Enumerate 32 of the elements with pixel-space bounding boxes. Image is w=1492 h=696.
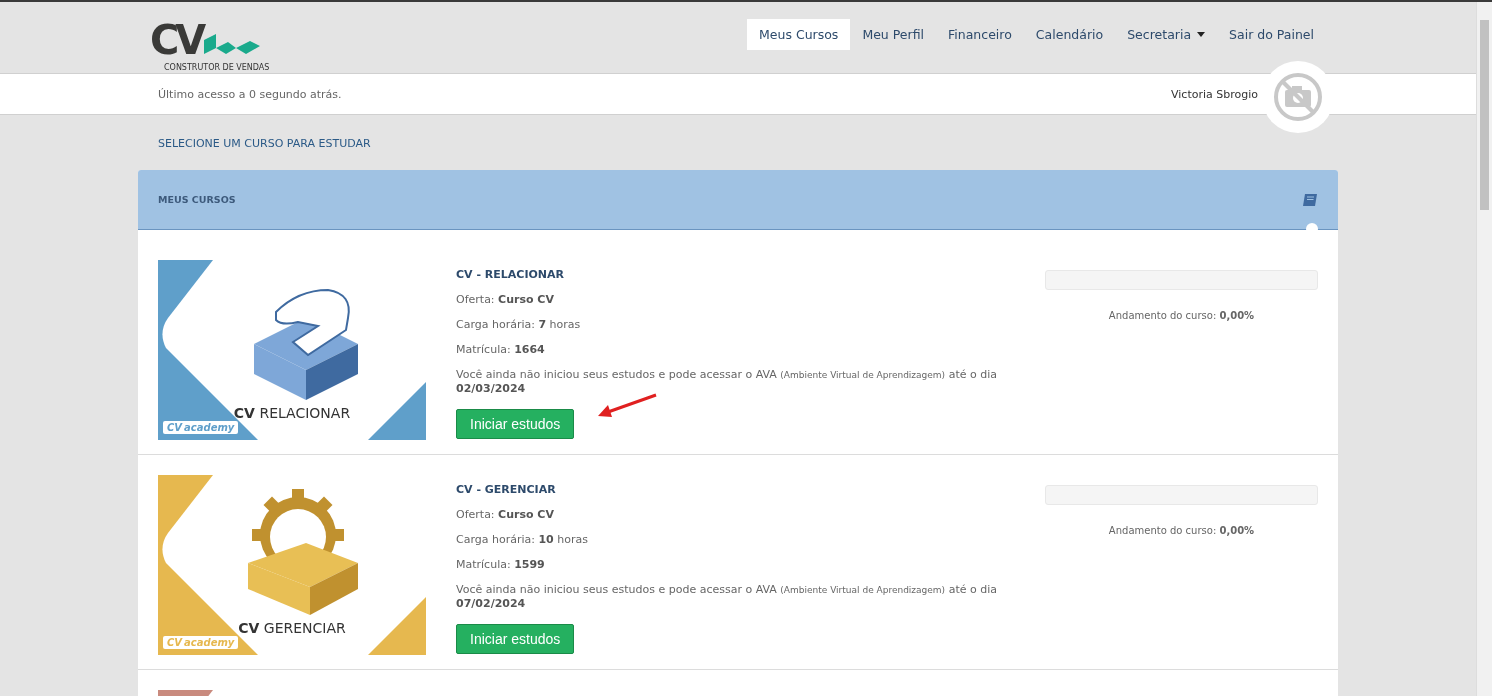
scrollbar[interactable]	[1476, 2, 1492, 696]
nav-link[interactable]: Secretaria	[1115, 19, 1218, 50]
panel-title: MEUS CURSOS	[158, 194, 236, 205]
section-heading: SELECIONE UM CURSO PARA ESTUDAR	[157, 136, 372, 152]
progress-label: Andamento do curso: 0,00%	[1108, 310, 1255, 321]
course-banner[interactable]: CV RELACIONAR CV academy	[158, 260, 426, 440]
workload-text: Carga horária: 10 horas	[456, 533, 589, 546]
progress-label: Andamento do curso: 0,00%	[1108, 525, 1255, 536]
user-name[interactable]: Victoria Sbrogio	[1171, 87, 1258, 101]
course-title: CV - GERENCIAR	[456, 483, 557, 496]
offer-text: Oferta: Curso CV	[456, 508, 555, 521]
enrollment-text: Matrícula: 1664	[456, 343, 546, 356]
course-banner[interactable]: CV GERENCIAR CV academy	[158, 475, 426, 655]
offer-text: Oferta: Curso CV	[456, 293, 555, 306]
book-icon	[1302, 192, 1318, 207]
workload-text: Carga horária: 7 horas	[456, 318, 582, 331]
nav-link[interactable]: Sair do Painel	[1217, 19, 1326, 50]
nav-link[interactable]: Calendário	[1023, 19, 1116, 50]
nav-link[interactable]: Meu Perfil	[850, 19, 937, 50]
nav-link[interactable]: Meus Cursos	[747, 19, 851, 50]
course-title: CV - RELACIONAR	[456, 268, 566, 281]
academy-badge: CV academy	[163, 636, 239, 649]
logo[interactable]: CV CONSTRUTOR DE VENDAS	[150, 22, 270, 74]
no-camera-icon	[1272, 71, 1324, 123]
last-access-text: Último acesso a 0 segundo atrás.	[158, 87, 342, 101]
access-notice: Você ainda não iniciou seus estudos e pode acessar o AVA (Ambiente Virtual de Aprendizagem) até o dia 02/03/2024	[456, 368, 998, 395]
banner-title: CV RELACIONAR	[232, 405, 352, 421]
banner-title: CV GERENCIAR	[237, 620, 347, 636]
enrollment-text: Matrícula: 1599	[456, 558, 546, 571]
academy-badge: CV academy	[163, 421, 239, 434]
access-notice: Você ainda não iniciou seus estudos e pode acessar o AVA (Ambiente Virtual de Aprendizagem) até o dia 07/02/2024	[456, 583, 998, 610]
nav-link[interactable]: Financeiro	[936, 19, 1024, 50]
